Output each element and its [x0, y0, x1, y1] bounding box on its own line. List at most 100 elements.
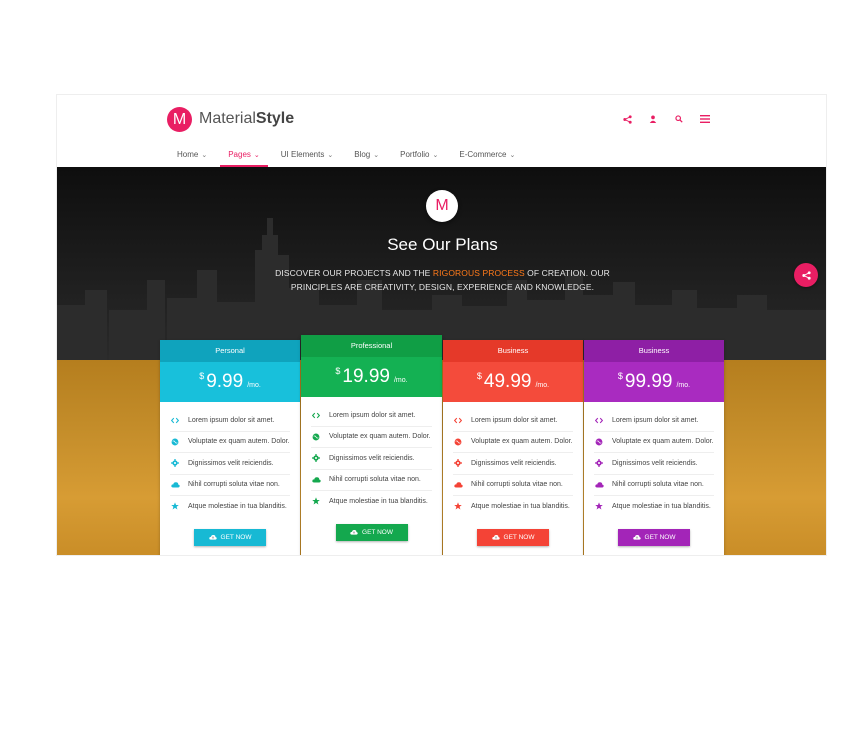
price-amount: 99.99 [624, 371, 673, 392]
feature-text: Atque molestiae in tua blanditis. [612, 502, 711, 510]
feature-item: Lorem ipsum dolor sit amet. [594, 410, 714, 432]
get-now-button[interactable]: GET NOW [477, 528, 549, 546]
brand-logo[interactable]: M [167, 107, 192, 132]
nav-item-pages[interactable]: Pages ⌄ [220, 143, 268, 167]
feature-text: Voluptate ex quam autem. Dolor. [329, 433, 431, 441]
feature-text: Dignissimos velit reiciendis. [471, 459, 557, 467]
feature-item: Voluptate ex quam autem. Dolor. [453, 432, 573, 453]
plan-name: Professional [301, 335, 442, 357]
nav-label: E-Commerce [459, 150, 507, 159]
feature-item: Lorem ipsum dolor sit amet. [311, 405, 432, 427]
brand-name-bold: Style [255, 110, 295, 127]
search-icon[interactable] [672, 112, 686, 126]
plan-price: $ 99.99 /mo. [584, 362, 724, 402]
chevron-down-icon: ⌄ [509, 152, 516, 159]
feature-item: Dignissimos velit reiciendis. [170, 453, 290, 475]
price-amount: 49.99 [483, 371, 532, 392]
hero-subtitle: DISCOVER OUR PROJECTS AND THE RIGOROUS P… [257, 266, 628, 294]
feature-item: Nihil corrupti soluta vitae non. [311, 470, 432, 491]
nav-label: Home [177, 150, 199, 159]
feature-text: Voluptate ex quam autem. Dolor. [188, 438, 290, 446]
share-fab-button[interactable] [794, 263, 818, 287]
page-frame: M MaterialStyle Home ⌄ Pages ⌄ UI Elements… [56, 94, 827, 556]
chevron-down-icon: ⌄ [327, 152, 334, 159]
feature-item: Atque molestiae in tua blanditis. [311, 491, 432, 512]
menu-icon[interactable] [698, 112, 712, 126]
feature-item: Atque molestiae in tua blanditis. [594, 496, 714, 517]
plan-name: Business [584, 340, 724, 362]
chevron-down-icon: ⌄ [432, 152, 439, 159]
brand-name-light: Material [199, 110, 256, 127]
price-period: /mo. [393, 376, 408, 384]
cloud-upload-icon [208, 534, 221, 540]
price-currency: $ [199, 371, 205, 381]
feature-text: Dignissimos velit reiciendis. [188, 459, 274, 467]
gear-icon [170, 458, 180, 468]
price-amount: 19.99 [342, 366, 390, 387]
nav-label: Pages [228, 150, 251, 159]
cloud-upload-icon [632, 534, 645, 540]
feature-text: Voluptate ex quam autem. Dolor. [471, 438, 573, 446]
feature-text: Lorem ipsum dolor sit amet. [188, 416, 275, 424]
feature-text: Atque molestiae in tua blanditis. [329, 497, 428, 505]
share-icon[interactable] [620, 112, 634, 126]
feature-text: Nihil corrupti soluta vitae non. [188, 481, 280, 489]
feature-item: Nihil corrupti soluta vitae non. [170, 475, 290, 496]
star-icon [453, 501, 463, 511]
cloud-icon [453, 480, 463, 490]
cloud-icon [594, 480, 604, 490]
feature-text: Lorem ipsum dolor sit amet. [471, 416, 558, 424]
nav-item-home[interactable]: Home ⌄ [169, 143, 215, 167]
gear-icon [594, 458, 604, 468]
user-icon[interactable] [646, 112, 660, 126]
hero-subtitle-highlight: RIGOROUS PROCESS [432, 268, 525, 278]
feature-text: Nihil corrupti soluta vitae non. [612, 481, 704, 489]
feature-text: Atque molestiae in tua blanditis. [188, 502, 287, 510]
gear-icon [453, 458, 463, 468]
brand-name[interactable]: MaterialStyle [199, 110, 294, 128]
button-label: GET NOW [503, 533, 535, 541]
star-icon [170, 501, 180, 511]
pricing-card: Professional $ 19.99 /mo. Lorem ipsum do… [301, 335, 442, 555]
globe-icon [594, 437, 604, 447]
nav-label: UI Elements [280, 150, 325, 159]
cloud-icon [311, 475, 321, 485]
main-nav: Home ⌄ Pages ⌄ UI Elements ⌄ Blog ⌄ Portfoli… [169, 143, 528, 167]
nav-item-ui-elements[interactable]: UI Elements ⌄ [273, 143, 341, 167]
nav-label: Portfolio [400, 150, 430, 159]
hero-section: M See Our Plans DISCOVER OUR PROJECTS AN… [57, 167, 826, 360]
feature-item: Atque molestiae in tua blanditis. [453, 496, 573, 517]
get-now-button[interactable]: GET NOW [194, 528, 266, 546]
code-icon [170, 415, 180, 425]
button-label: GET NOW [644, 533, 676, 541]
pricing-card: Business $ 99.99 /mo. Lorem ipsum dolor … [584, 340, 724, 555]
feature-text: Lorem ipsum dolor sit amet. [329, 411, 416, 419]
code-icon [594, 415, 604, 425]
get-now-button[interactable]: GET NOW [618, 528, 690, 546]
nav-item-ecommerce[interactable]: E-Commerce ⌄ [451, 143, 523, 167]
code-icon [311, 410, 321, 420]
chevron-down-icon: ⌄ [253, 152, 260, 159]
hero-title: See Our Plans [387, 235, 498, 254]
feature-item: Atque molestiae in tua blanditis. [170, 496, 290, 517]
get-now-button[interactable]: GET NOW [335, 523, 408, 541]
feature-text: Lorem ipsum dolor sit amet. [612, 416, 699, 424]
button-label: GET NOW [362, 528, 393, 536]
nav-item-portfolio[interactable]: Portfolio ⌄ [392, 143, 446, 167]
price-period: /mo. [247, 381, 261, 389]
feature-item: Voluptate ex quam autem. Dolor. [594, 432, 714, 453]
feature-text: Nihil corrupti soluta vitae non. [329, 476, 421, 484]
feature-item: Lorem ipsum dolor sit amet. [170, 410, 290, 432]
globe-icon [170, 437, 180, 447]
price-amount: 9.99 [206, 371, 244, 392]
feature-item: Voluptate ex quam autem. Dolor. [170, 432, 290, 453]
cloud-upload-icon [491, 534, 504, 540]
plan-price: $ 9.99 /mo. [160, 362, 300, 402]
feature-item: Dignissimos velit reiciendis. [594, 453, 714, 475]
hero-logo: M [426, 190, 458, 222]
feature-list: Lorem ipsum dolor sit amet. Voluptate ex… [584, 402, 724, 517]
cloud-upload-icon [350, 529, 362, 535]
nav-item-blog[interactable]: Blog ⌄ [346, 143, 387, 167]
price-period: /mo. [676, 381, 691, 389]
feature-item: Nihil corrupti soluta vitae non. [594, 475, 714, 496]
